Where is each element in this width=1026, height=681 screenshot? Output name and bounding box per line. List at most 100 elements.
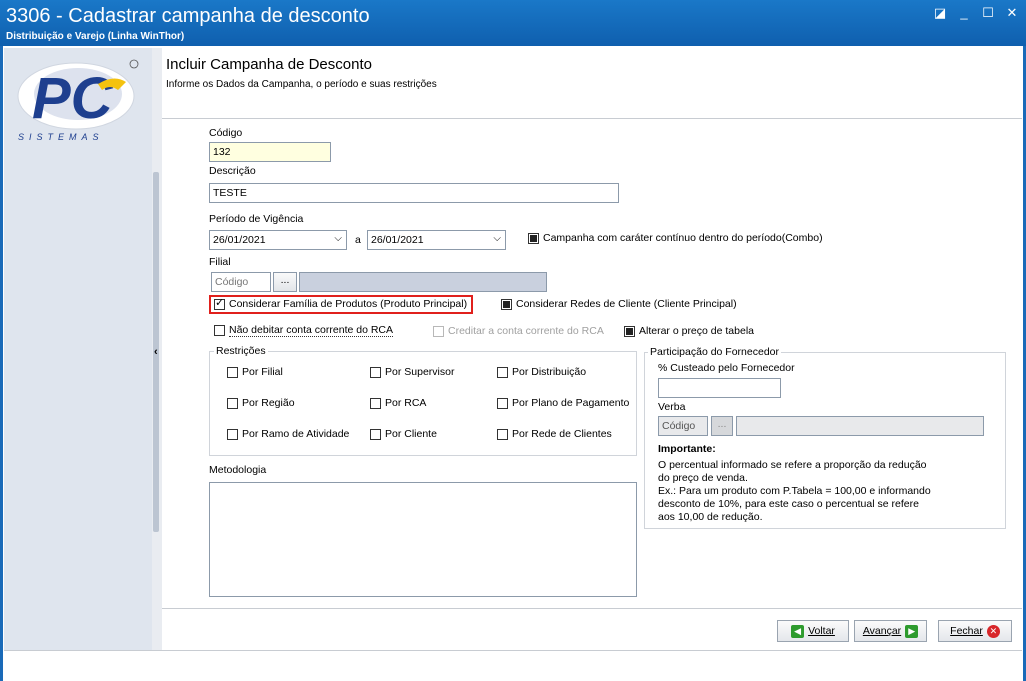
checkbox-box [227, 366, 238, 378]
checkbox-box [227, 428, 238, 440]
restricao-por-distribuicao[interactable]: Por Distribuição [497, 366, 586, 378]
codigo-input[interactable]: 132 [209, 142, 331, 162]
important-text-4: desconto de 10%, para este caso o percen… [658, 498, 919, 510]
filial-description-field [299, 272, 547, 292]
restricao-por-filial[interactable]: Por Filial [227, 366, 283, 378]
descricao-label: Descrição [209, 165, 256, 177]
filial-label: Filial [209, 256, 231, 268]
restricao-label: Por Ramo de Atividade [242, 428, 350, 440]
checkbox-box [501, 298, 512, 310]
restricao-label: Por Rede de Clientes [512, 428, 612, 440]
window-subtitle: Distribuição e Varejo (Linha WinThor) [6, 31, 185, 42]
custeado-label: % Custeado pelo Fornecedor [658, 362, 795, 374]
restricao-label: Por Plano de Pagamento [512, 397, 630, 409]
periodo-end-date[interactable]: 26/01/2021 ⌵ [367, 230, 506, 250]
restricao-por-regiao[interactable]: Por Região [227, 397, 295, 409]
important-text-3: Ex.: Para um produto com P.Tabela = 100,… [658, 485, 931, 497]
restricoes-title: Restrições [214, 345, 268, 357]
verba-description-field [736, 416, 984, 436]
checkbox-box [214, 325, 225, 336]
left-panel: PC SISTEMAS [4, 48, 152, 650]
close-icon[interactable]: ✕ [1004, 6, 1020, 20]
checkbox-box [433, 325, 444, 337]
periodo-start-value: 26/01/2021 [213, 234, 266, 246]
filial-code-input[interactable]: Código [211, 272, 271, 292]
page-header: Incluir Campanha de Desconto Informe os … [162, 48, 1022, 119]
restricao-label: Por Região [242, 397, 295, 409]
checkbox-box [370, 397, 381, 409]
avancar-button[interactable]: Avançar ▶ [854, 620, 927, 642]
verba-code-input: Código [658, 416, 708, 436]
arrow-right-icon: ▶ [905, 624, 919, 638]
restricao-label: Por Filial [242, 366, 283, 378]
continuo-checkbox[interactable]: Campanha com caráter contínuo dentro do … [528, 232, 823, 244]
page-subtitle: Informe os Dados da Campanha, o período … [166, 79, 437, 90]
svg-text:SISTEMAS: SISTEMAS [18, 132, 104, 142]
restore-icon[interactable]: ◪ [932, 6, 948, 20]
familia-checkbox[interactable]: Considerar Família de Produtos (Produto … [214, 297, 468, 310]
creditar-checkbox: Creditar a conta corrente do RCA [433, 325, 604, 337]
restricao-label: Por Supervisor [385, 366, 455, 378]
window-controls: ◪ _ ☐ ✕ [932, 6, 1020, 20]
restricao-por-plano-pagamento[interactable]: Por Plano de Pagamento [497, 397, 629, 409]
collapse-panel-icon[interactable]: ‹ [154, 346, 158, 358]
redes-checkbox[interactable]: Considerar Redes de Cliente (Cliente Pri… [501, 298, 737, 310]
checkbox-box [528, 232, 539, 244]
restricao-label: Por RCA [385, 397, 427, 409]
periodo-start-date[interactable]: 26/01/2021 ⌵ [209, 230, 347, 250]
minimize-icon[interactable]: _ [956, 6, 972, 20]
voltar-button[interactable]: ◀ Voltar [777, 620, 849, 642]
page-title: Incluir Campanha de Desconto [166, 56, 372, 73]
alterar-preco-label: Alterar o preço de tabela [639, 325, 754, 337]
title-bar: 3306 - Cadastrar campanha de desconto Di… [0, 0, 1026, 46]
restricao-por-ramo-atividade[interactable]: Por Ramo de Atividade [227, 428, 349, 440]
svg-text:PC: PC [32, 66, 114, 131]
important-text-5: aos 10,00 de redução. [658, 511, 763, 523]
periodo-separator: a [355, 234, 361, 246]
restricao-por-rca[interactable]: Por RCA [370, 397, 426, 409]
periodo-label: Período de Vigência [209, 213, 304, 225]
checkbox-box [497, 428, 508, 440]
restricao-label: Por Cliente [385, 428, 437, 440]
continuo-label: Campanha com caráter contínuo dentro do … [543, 232, 823, 244]
restricao-label: Por Distribuição [512, 366, 587, 378]
window-title: 3306 - Cadastrar campanha de desconto [6, 5, 370, 27]
important-text-1: O percentual informado se refere a propo… [658, 459, 927, 471]
important-text-2: do preço de venda. [658, 472, 748, 484]
close-icon: ✕ [986, 624, 1000, 638]
checkbox-box [227, 397, 238, 409]
pc-sistemas-logo: PC SISTEMAS [17, 59, 139, 142]
codigo-label: Código [209, 127, 243, 139]
checkbox-box [497, 397, 508, 409]
familia-label: Considerar Família de Produtos (Produto … [229, 298, 468, 310]
restricao-por-rede-clientes[interactable]: Por Rede de Clientes [497, 428, 612, 440]
checkbox-box [624, 325, 635, 337]
fechar-label: Fechar [950, 625, 983, 637]
maximize-icon[interactable]: ☐ [980, 6, 996, 20]
creditar-label: Creditar a conta corrente do RCA [448, 325, 604, 337]
alterar-preco-checkbox[interactable]: Alterar o preço de tabela [624, 325, 754, 337]
nao-debitar-checkbox[interactable]: Não debitar conta corrente do RCA [214, 324, 394, 337]
restricao-por-supervisor[interactable]: Por Supervisor [370, 366, 454, 378]
restricao-por-cliente[interactable]: Por Cliente [370, 428, 437, 440]
chevron-down-icon[interactable]: ⌵ [334, 233, 342, 244]
verba-label: Verba [658, 401, 686, 413]
metodologia-textarea[interactable] [209, 482, 637, 597]
periodo-end-value: 26/01/2021 [371, 234, 424, 246]
nao-debitar-label: Não debitar conta corrente do RCA [229, 324, 394, 337]
checkbox-box [497, 366, 508, 378]
fechar-button[interactable]: Fechar ✕ [938, 620, 1012, 642]
footer-divider [162, 608, 1022, 609]
custeado-input[interactable] [658, 378, 781, 398]
status-bar [4, 650, 1022, 679]
filial-lookup-button[interactable]: ... [273, 272, 297, 292]
redes-label: Considerar Redes de Cliente (Cliente Pri… [516, 298, 737, 310]
checkbox-box [370, 366, 381, 378]
metodologia-label: Metodologia [209, 464, 267, 476]
descricao-input[interactable]: TESTE [209, 183, 619, 203]
fornecedor-title: Participação do Fornecedor [648, 346, 781, 358]
voltar-label: Voltar [808, 625, 835, 637]
important-title: Importante: [658, 443, 716, 455]
checkbox-box [370, 428, 381, 440]
chevron-down-icon[interactable]: ⌵ [493, 233, 501, 244]
